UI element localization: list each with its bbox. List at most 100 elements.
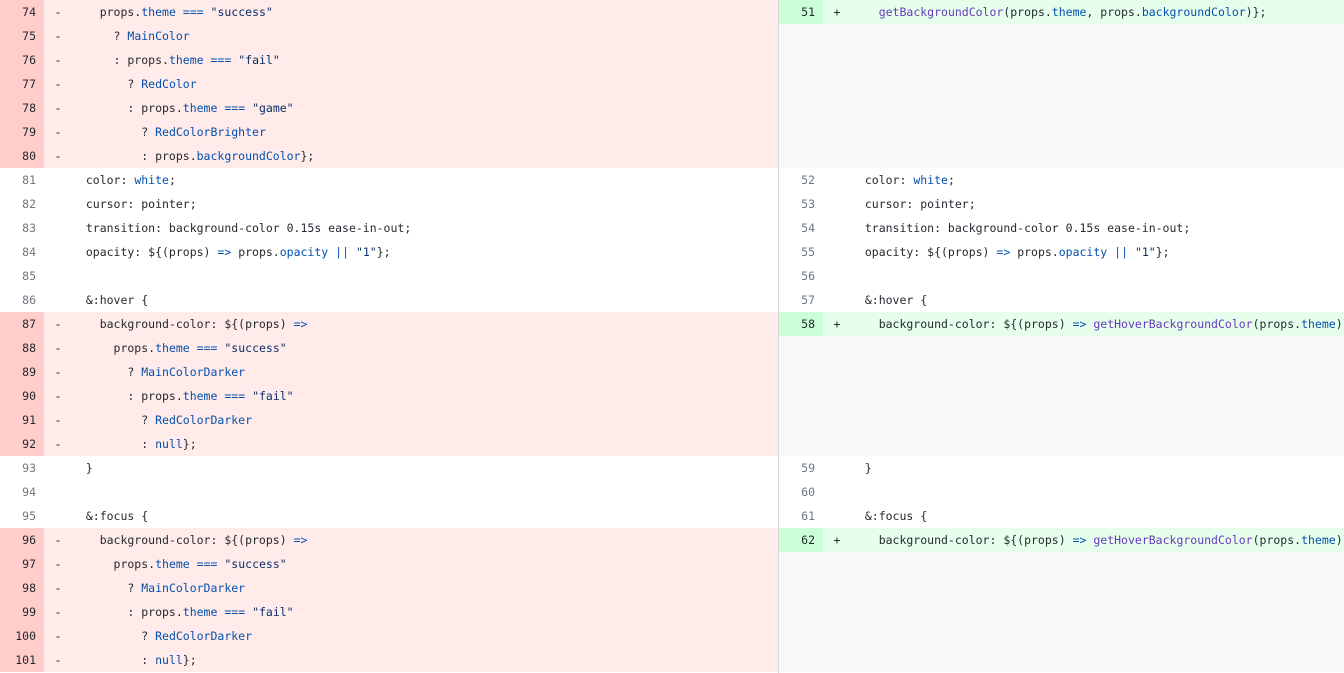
line-number[interactable]: 99 bbox=[0, 600, 44, 624]
line-number[interactable]: 59 bbox=[779, 456, 823, 480]
line-number[interactable]: 80 bbox=[0, 144, 44, 168]
diff-marker bbox=[823, 96, 851, 120]
line-number[interactable]: 58 bbox=[779, 312, 823, 336]
line-number[interactable] bbox=[779, 648, 823, 672]
diff-marker: - bbox=[54, 29, 62, 43]
line-number[interactable]: 85 bbox=[0, 264, 44, 288]
line-number[interactable] bbox=[779, 576, 823, 600]
line-number[interactable]: 84 bbox=[0, 240, 44, 264]
line-number[interactable]: 96 bbox=[0, 528, 44, 552]
line-number[interactable]: 101 bbox=[0, 648, 44, 672]
line-number[interactable]: 88 bbox=[0, 336, 44, 360]
line-number[interactable]: 76 bbox=[0, 48, 44, 72]
line-number[interactable]: 51 bbox=[779, 0, 823, 24]
diff-marker: - bbox=[54, 125, 62, 139]
line-number[interactable] bbox=[779, 144, 823, 168]
line-number[interactable]: 100 bbox=[0, 624, 44, 648]
code-text: } bbox=[851, 461, 872, 475]
split-diff-view: 74 - props.theme === "success" 75 - ? Ma… bbox=[0, 0, 1344, 673]
line-number[interactable]: 56 bbox=[779, 264, 823, 288]
line-number[interactable]: 83 bbox=[0, 216, 44, 240]
diff-line-left-6: 80 - : props.backgroundColor}; bbox=[0, 144, 778, 168]
line-number[interactable] bbox=[779, 432, 823, 456]
code-text: : props.theme === "fail" bbox=[72, 605, 294, 619]
diff-marker: - bbox=[54, 365, 62, 379]
diff-marker bbox=[823, 72, 851, 96]
line-number[interactable]: 53 bbox=[779, 192, 823, 216]
line-number[interactable] bbox=[779, 384, 823, 408]
line-number[interactable] bbox=[779, 96, 823, 120]
diff-line-left-4: 78 - : props.theme === "game" bbox=[0, 96, 778, 120]
line-number[interactable]: 93 bbox=[0, 456, 44, 480]
line-number[interactable]: 92 bbox=[0, 432, 44, 456]
diff-marker bbox=[44, 240, 72, 264]
line-number[interactable]: 62 bbox=[779, 528, 823, 552]
code-text: opacity: ${(props) => props.opacity || "… bbox=[851, 245, 1170, 259]
diff-marker bbox=[823, 48, 851, 72]
diff-line-right-23 bbox=[779, 552, 1344, 576]
line-number[interactable]: 97 bbox=[0, 552, 44, 576]
diff-line-right-27 bbox=[779, 648, 1344, 672]
line-number[interactable]: 87 bbox=[0, 312, 44, 336]
diff-line-left-13: 87 - background-color: ${(props) => bbox=[0, 312, 778, 336]
diff-marker bbox=[44, 192, 72, 216]
diff-pane-old: 74 - props.theme === "success" 75 - ? Ma… bbox=[0, 0, 779, 673]
diff-marker bbox=[823, 552, 851, 576]
line-number[interactable]: 60 bbox=[779, 480, 823, 504]
line-number[interactable] bbox=[779, 24, 823, 48]
line-number[interactable]: 79 bbox=[0, 120, 44, 144]
line-number[interactable]: 91 bbox=[0, 408, 44, 432]
line-number[interactable]: 74 bbox=[0, 0, 44, 24]
line-number[interactable]: 89 bbox=[0, 360, 44, 384]
code-text: : props.backgroundColor}; bbox=[72, 149, 315, 163]
diff-line-left-5: 79 - ? RedColorBrighter bbox=[0, 120, 778, 144]
diff-line-left-16: 90 - : props.theme === "fail" bbox=[0, 384, 778, 408]
code-text: &:focus { bbox=[851, 509, 928, 523]
line-number[interactable]: 95 bbox=[0, 504, 44, 528]
line-number[interactable]: 78 bbox=[0, 96, 44, 120]
line-number[interactable] bbox=[779, 360, 823, 384]
line-number[interactable]: 94 bbox=[0, 480, 44, 504]
diff-line-right-21: 61 &:focus { bbox=[779, 504, 1344, 528]
diff-line-left-1: 75 - ? MainColor bbox=[0, 24, 778, 48]
diff-marker bbox=[823, 384, 851, 408]
line-number[interactable]: 75 bbox=[0, 24, 44, 48]
diff-line-right-7: 52 color: white; bbox=[779, 168, 1344, 192]
line-number[interactable]: 77 bbox=[0, 72, 44, 96]
line-number[interactable] bbox=[779, 600, 823, 624]
line-number[interactable]: 57 bbox=[779, 288, 823, 312]
code-text: opacity: ${(props) => props.opacity || "… bbox=[72, 245, 391, 259]
line-number[interactable]: 81 bbox=[0, 168, 44, 192]
code-text: ? MainColorDarker bbox=[72, 581, 246, 595]
diff-marker bbox=[823, 168, 851, 192]
diff-marker: + bbox=[833, 317, 841, 331]
line-number[interactable] bbox=[779, 48, 823, 72]
line-number[interactable]: 55 bbox=[779, 240, 823, 264]
line-number[interactable] bbox=[779, 120, 823, 144]
line-number[interactable] bbox=[779, 72, 823, 96]
line-number[interactable]: 54 bbox=[779, 216, 823, 240]
line-number[interactable]: 86 bbox=[0, 288, 44, 312]
code-text: &:focus { bbox=[72, 509, 149, 523]
line-number[interactable]: 98 bbox=[0, 576, 44, 600]
diff-marker bbox=[823, 120, 851, 144]
line-number[interactable]: 82 bbox=[0, 192, 44, 216]
code-text: color: white; bbox=[72, 173, 176, 187]
line-number[interactable] bbox=[779, 336, 823, 360]
diff-marker: - bbox=[54, 581, 62, 595]
line-number[interactable] bbox=[779, 408, 823, 432]
diff-line-right-25 bbox=[779, 600, 1344, 624]
line-number[interactable] bbox=[779, 624, 823, 648]
line-number[interactable] bbox=[779, 552, 823, 576]
diff-marker bbox=[44, 288, 72, 312]
line-number[interactable]: 52 bbox=[779, 168, 823, 192]
diff-line-right-26 bbox=[779, 624, 1344, 648]
line-number[interactable]: 90 bbox=[0, 384, 44, 408]
line-number[interactable]: 61 bbox=[779, 504, 823, 528]
